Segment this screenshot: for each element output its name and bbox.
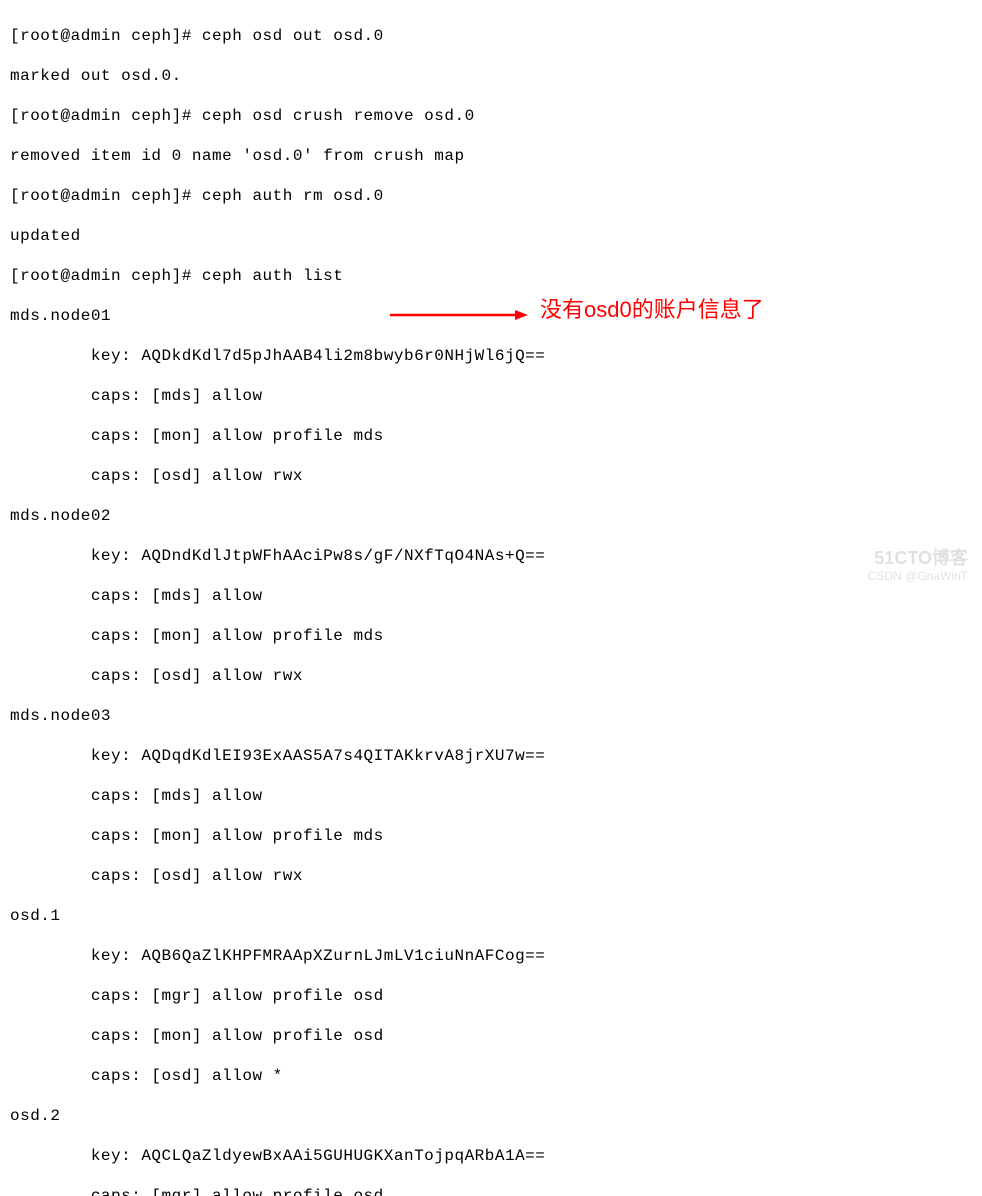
terminal-line: osd.1 <box>10 906 972 926</box>
terminal-line: caps: [mgr] allow profile osd <box>10 986 972 1006</box>
terminal-line: mds.node03 <box>10 706 972 726</box>
terminal-line: caps: [osd] allow rwx <box>10 866 972 886</box>
terminal-line: caps: [osd] allow * <box>10 1066 972 1086</box>
terminal-line: caps: [mon] allow profile mds <box>10 826 972 846</box>
terminal-line: caps: [mgr] allow profile osd <box>10 1186 972 1196</box>
terminal-line: osd.2 <box>10 1106 972 1126</box>
terminal-line: caps: [mds] allow <box>10 386 972 406</box>
terminal-line: caps: [mds] allow <box>10 586 972 606</box>
terminal-line: [root@admin ceph]# ceph auth rm osd.0 <box>10 186 972 206</box>
annotation-arrow-icon <box>390 305 530 325</box>
annotation-text: 没有osd0的账户信息了 <box>540 296 764 324</box>
terminal-line: caps: [mon] allow profile mds <box>10 426 972 446</box>
terminal-output: [root@admin ceph]# ceph osd out osd.0 ma… <box>10 6 972 1196</box>
terminal-line: caps: [osd] allow rwx <box>10 666 972 686</box>
terminal-line: mds.node02 <box>10 506 972 526</box>
terminal-line: key: AQDkdKdl7d5pJhAAB4li2m8bwyb6r0NHjWl… <box>10 346 972 366</box>
terminal-line: caps: [osd] allow rwx <box>10 466 972 486</box>
terminal-line: caps: [mon] allow profile mds <box>10 626 972 646</box>
terminal-line: [root@admin ceph]# ceph osd crush remove… <box>10 106 972 126</box>
terminal-line: [root@admin ceph]# ceph osd out osd.0 <box>10 26 972 46</box>
terminal-line: caps: [mds] allow <box>10 786 972 806</box>
terminal-line: key: AQDndKdlJtpWFhAAciPw8s/gF/NXfTqO4NA… <box>10 546 972 566</box>
terminal-line: marked out osd.0. <box>10 66 972 86</box>
watermark-line1: 51CTO博客 <box>868 547 968 570</box>
watermark-line2: CSDN @GnaWinT <box>868 569 968 584</box>
terminal-line: caps: [mon] allow profile osd <box>10 1026 972 1046</box>
terminal-line: [root@admin ceph]# ceph auth list <box>10 266 972 286</box>
terminal-line: key: AQCLQaZldyewBxAAi5GUHUGKXanTojpqARb… <box>10 1146 972 1166</box>
terminal-line: key: AQDqdKdlEI93ExAAS5A7s4QITAKkrvA8jrX… <box>10 746 972 766</box>
terminal-line: removed item id 0 name 'osd.0' from crus… <box>10 146 972 166</box>
watermark: 51CTO博客 CSDN @GnaWinT <box>868 547 968 585</box>
terminal-line: updated <box>10 226 972 246</box>
terminal-line: key: AQB6QaZlKHPFMRAApXZurnLJmLV1ciuNnAF… <box>10 946 972 966</box>
